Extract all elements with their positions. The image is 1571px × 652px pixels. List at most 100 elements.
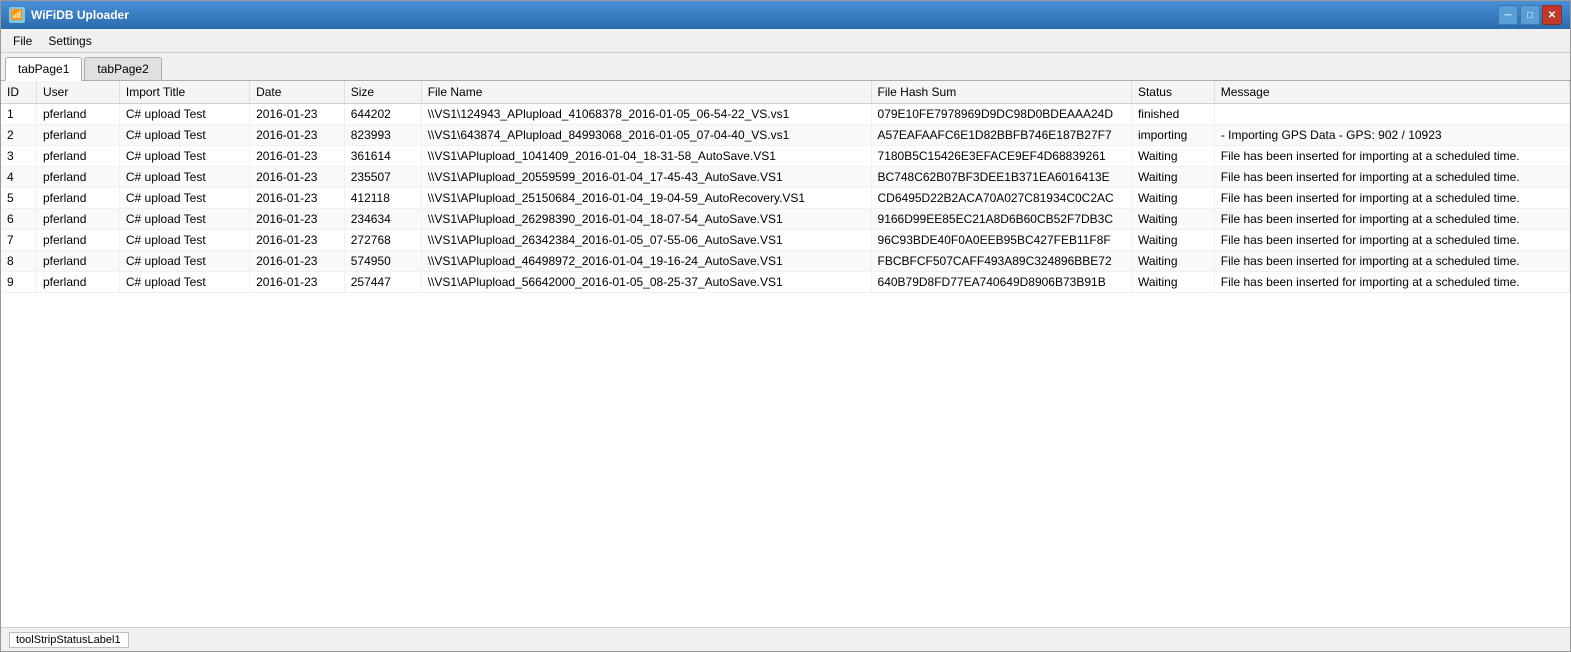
cell-date: 2016-01-23 [250, 104, 345, 125]
cell-date: 2016-01-23 [250, 146, 345, 167]
cell-status: finished [1131, 104, 1214, 125]
cell-date: 2016-01-23 [250, 230, 345, 251]
table-row: 4pferlandC# upload Test2016-01-23235507\… [1, 167, 1570, 188]
cell-import-title: C# upload Test [119, 230, 249, 251]
window-title: WiFiDB Uploader [31, 8, 129, 22]
cell-import-title: C# upload Test [119, 209, 249, 230]
cell-status: Waiting [1131, 272, 1214, 293]
cell-hash: 7180B5C15426E3EFACE9EF4D68839261 [871, 146, 1131, 167]
cell-status: importing [1131, 125, 1214, 146]
menu-settings[interactable]: Settings [40, 32, 99, 50]
cell-filename: \\VS1\APlupload_1041409_2016-01-04_18-31… [421, 146, 871, 167]
cell-user: pferland [37, 272, 120, 293]
cell-date: 2016-01-23 [250, 167, 345, 188]
cell-user: pferland [37, 188, 120, 209]
col-header-status: Status [1131, 81, 1214, 104]
data-table: ID User Import Title Date Size File Name… [1, 81, 1570, 293]
cell-size: 361614 [344, 146, 421, 167]
cell-size: 823993 [344, 125, 421, 146]
table-header-row: ID User Import Title Date Size File Name… [1, 81, 1570, 104]
cell-user: pferland [37, 104, 120, 125]
app-icon: 📶 [9, 7, 25, 23]
cell-filename: \\VS1\APlupload_56642000_2016-01-05_08-2… [421, 272, 871, 293]
menu-bar: File Settings [1, 29, 1570, 53]
cell-size: 272768 [344, 230, 421, 251]
main-window: 📶 WiFiDB Uploader ─ □ ✕ File Settings ta… [0, 0, 1571, 652]
cell-hash: 079E10FE7978969D9DC98D0BDEAAA24D [871, 104, 1131, 125]
cell-hash: A57EAFAAFC6E1D82BBFB746E187B27F7 [871, 125, 1131, 146]
cell-filename: \\VS1\APlupload_26298390_2016-01-04_18-0… [421, 209, 871, 230]
col-header-message: Message [1214, 81, 1569, 104]
cell-message: File has been inserted for importing at … [1214, 188, 1569, 209]
cell-filename: \\VS1\124943_APlupload_41068378_2016-01-… [421, 104, 871, 125]
table-body: 1pferlandC# upload Test2016-01-23644202\… [1, 104, 1570, 293]
cell-status: Waiting [1131, 167, 1214, 188]
status-bar: toolStripStatusLabel1 [1, 627, 1570, 651]
col-header-size: Size [344, 81, 421, 104]
table-row: 7pferlandC# upload Test2016-01-23272768\… [1, 230, 1570, 251]
cell-import-title: C# upload Test [119, 104, 249, 125]
cell-status: Waiting [1131, 230, 1214, 251]
cell-status: Waiting [1131, 146, 1214, 167]
title-bar-controls: ─ □ ✕ [1498, 5, 1562, 25]
cell-user: pferland [37, 146, 120, 167]
table-row: 1pferlandC# upload Test2016-01-23644202\… [1, 104, 1570, 125]
col-header-filename: File Name [421, 81, 871, 104]
col-header-hash: File Hash Sum [871, 81, 1131, 104]
cell-import-title: C# upload Test [119, 251, 249, 272]
table-container[interactable]: ID User Import Title Date Size File Name… [1, 81, 1570, 627]
cell-hash: CD6495D22B2ACA70A027C81934C0C2AC [871, 188, 1131, 209]
cell-hash: FBCBFCF507CAFF493A89C324896BBE72 [871, 251, 1131, 272]
table-row: 6pferlandC# upload Test2016-01-23234634\… [1, 209, 1570, 230]
cell-size: 412118 [344, 188, 421, 209]
tabs-bar: tabPage1 tabPage2 [1, 53, 1570, 81]
col-header-id: ID [1, 81, 37, 104]
col-header-date: Date [250, 81, 345, 104]
cell-date: 2016-01-23 [250, 188, 345, 209]
cell-message: File has been inserted for importing at … [1214, 146, 1569, 167]
cell-id: 5 [1, 188, 37, 209]
table-row: 8pferlandC# upload Test2016-01-23574950\… [1, 251, 1570, 272]
cell-id: 4 [1, 167, 37, 188]
tab-page2[interactable]: tabPage2 [84, 57, 161, 80]
cell-user: pferland [37, 230, 120, 251]
title-bar: 📶 WiFiDB Uploader ─ □ ✕ [1, 1, 1570, 29]
maximize-button[interactable]: □ [1520, 5, 1540, 25]
col-header-import: Import Title [119, 81, 249, 104]
table-row: 5pferlandC# upload Test2016-01-23412118\… [1, 188, 1570, 209]
col-header-user: User [37, 81, 120, 104]
cell-message: File has been inserted for importing at … [1214, 209, 1569, 230]
cell-message: - Importing GPS Data - GPS: 902 / 10923 [1214, 125, 1569, 146]
cell-hash: 96C93BDE40F0A0EEB95BC427FEB11F8F [871, 230, 1131, 251]
cell-id: 7 [1, 230, 37, 251]
cell-message [1214, 104, 1569, 125]
cell-date: 2016-01-23 [250, 125, 345, 146]
cell-size: 234634 [344, 209, 421, 230]
cell-import-title: C# upload Test [119, 272, 249, 293]
cell-id: 2 [1, 125, 37, 146]
cell-id: 1 [1, 104, 37, 125]
cell-hash: BC748C62B07BF3DEE1B371EA6016413E [871, 167, 1131, 188]
cell-size: 574950 [344, 251, 421, 272]
cell-message: File has been inserted for importing at … [1214, 230, 1569, 251]
cell-message: File has been inserted for importing at … [1214, 251, 1569, 272]
close-button[interactable]: ✕ [1542, 5, 1562, 25]
cell-id: 3 [1, 146, 37, 167]
cell-user: pferland [37, 209, 120, 230]
cell-message: File has been inserted for importing at … [1214, 272, 1569, 293]
minimize-button[interactable]: ─ [1498, 5, 1518, 25]
cell-date: 2016-01-23 [250, 209, 345, 230]
menu-file[interactable]: File [5, 32, 40, 50]
cell-status: Waiting [1131, 251, 1214, 272]
table-row: 3pferlandC# upload Test2016-01-23361614\… [1, 146, 1570, 167]
cell-id: 6 [1, 209, 37, 230]
cell-filename: \\VS1\APlupload_46498972_2016-01-04_19-1… [421, 251, 871, 272]
cell-size: 235507 [344, 167, 421, 188]
cell-size: 257447 [344, 272, 421, 293]
tab-page1[interactable]: tabPage1 [5, 57, 82, 81]
title-bar-left: 📶 WiFiDB Uploader [9, 7, 129, 23]
cell-filename: \\VS1\APlupload_25150684_2016-01-04_19-0… [421, 188, 871, 209]
cell-user: pferland [37, 125, 120, 146]
cell-import-title: C# upload Test [119, 125, 249, 146]
cell-filename: \\VS1\APlupload_20559599_2016-01-04_17-4… [421, 167, 871, 188]
